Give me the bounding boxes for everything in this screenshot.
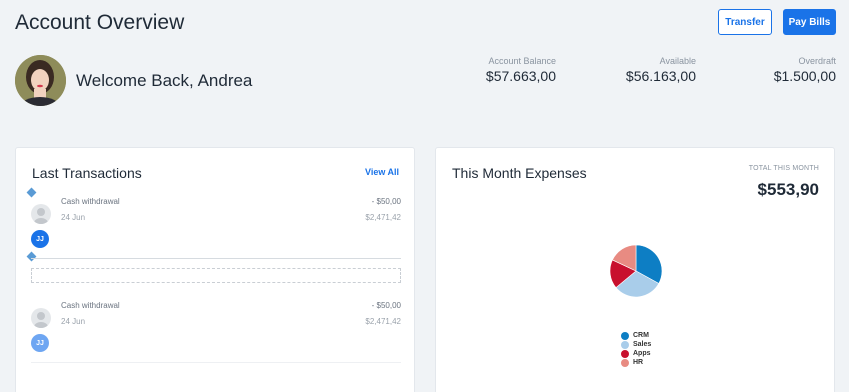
legend-swatch [621, 358, 629, 367]
transaction-balance: $2,471,42 [365, 317, 401, 326]
transaction-amount: - $50,00 [371, 301, 401, 310]
legend-label: CRM [633, 332, 649, 339]
transaction-date: 24 Jun [61, 213, 86, 222]
account-balance-label: Account Balance [488, 56, 556, 66]
expenses-title: This Month Expenses [452, 165, 587, 181]
transactions-title: Last Transactions [32, 165, 142, 181]
legend-item-hr[interactable]: HR [621, 358, 651, 367]
page-title: Account Overview [15, 11, 185, 34]
transaction-balance: $2,471,42 [365, 213, 401, 222]
drop-placeholder [31, 268, 401, 283]
overdraft-value: $1.500,00 [773, 68, 836, 84]
account-balance-value: $57.663,00 [485, 68, 556, 84]
overdraft-label: Overdraft [798, 56, 836, 66]
total-this-month-value: $553,90 [757, 180, 819, 199]
transfer-button[interactable]: Transfer [718, 9, 772, 35]
row-divider [31, 362, 401, 363]
welcome-message: Welcome Back, Andrea [76, 71, 253, 90]
drop-indicator-line [31, 258, 401, 259]
legend-item-crm[interactable]: CRM [621, 331, 651, 340]
expenses-card: This Month Expenses TOTAL THIS MONTH $55… [435, 147, 835, 392]
legend-item-apps[interactable]: Apps [621, 349, 651, 358]
transaction-amount: - $50,00 [371, 197, 401, 206]
user-photo-icon [15, 55, 66, 106]
legend-label: Apps [633, 350, 651, 357]
user-initials-badge: JJ [31, 230, 49, 248]
legend-swatch [621, 349, 629, 358]
expenses-pie-chart[interactable] [609, 244, 663, 298]
drag-handle-icon[interactable] [26, 251, 37, 262]
legend-item-sales[interactable]: Sales [621, 340, 651, 349]
legend-label: HR [633, 359, 644, 366]
last-transactions-card: Last Transactions View All Cash withdraw… [15, 147, 415, 392]
transaction-date: 24 Jun [61, 317, 86, 326]
user-initials-badge: JJ [31, 334, 49, 352]
legend-swatch [621, 340, 629, 349]
account-balance-stat: Account Balance $57.663,00 [486, 56, 556, 84]
legend-label: Sales [633, 341, 652, 348]
transaction-name: Cash withdrawal [61, 197, 120, 206]
available-value: $56.163,00 [625, 68, 696, 84]
transaction-name: Cash withdrawal [61, 301, 120, 310]
user-placeholder-icon [31, 308, 51, 328]
transaction-row[interactable]: Cash withdrawal 24 Jun - $50,00 $2,471,4… [31, 196, 401, 236]
view-all-link[interactable]: View All [365, 167, 399, 177]
chart-legend: CRM Sales Apps HR [621, 331, 651, 367]
pay-bills-button[interactable]: Pay Bills [783, 9, 836, 35]
available-label: Available [659, 56, 696, 66]
total-this-month-label: TOTAL THIS MONTH [748, 165, 819, 172]
available-stat: Available $56.163,00 [626, 56, 696, 84]
transaction-row[interactable]: Cash withdrawal 24 Jun - $50,00 $2,471,4… [31, 300, 401, 340]
legend-swatch [621, 331, 629, 340]
overdraft-stat: Overdraft $1.500,00 [774, 56, 836, 84]
user-avatar [15, 55, 66, 106]
user-placeholder-icon [31, 204, 51, 224]
